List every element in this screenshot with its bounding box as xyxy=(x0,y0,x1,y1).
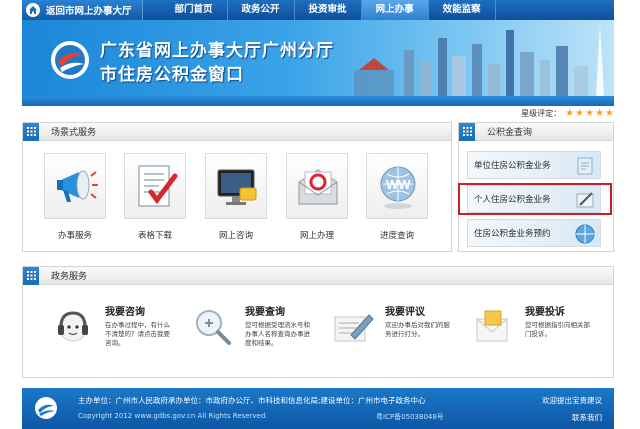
footer-logo-icon xyxy=(35,397,57,419)
emblem-logo-icon xyxy=(51,41,89,79)
selected-item-highlight xyxy=(458,183,612,215)
gov-item-review[interactable]: 我要评议 欢迎办事后对我们的服务进行打分。 xyxy=(331,299,471,369)
gov-item-query[interactable]: 我要查询 您可根据受理流水号和办事人名称查询办事进度和结果。 xyxy=(191,299,331,369)
gov-item-description: 欢迎办事后对我们的服务进行打分。 xyxy=(385,321,450,338)
home-icon xyxy=(26,3,40,17)
gov-item-description: 在办事过程中，有什么不清楚的？请点击我要咨询。 xyxy=(105,321,170,347)
gov-item-complaint[interactable]: 我要投诉 您可根据指引向相关部门投诉。 xyxy=(471,299,611,369)
gov-services-panel: 政务服务 我要咨询 在办事过程中，有什么不清楚的？请点击我要咨询。 我要查询 您… xyxy=(22,266,614,378)
gov-item-title: 我要评议 xyxy=(385,307,425,318)
envelope-icon xyxy=(476,310,508,342)
home-link-label: 返回市网上办事大厅 xyxy=(46,6,132,17)
gov-item-title: 我要投诉 xyxy=(525,307,565,318)
footer-organizer-info: 主办单位：广州市人民政府承办单位：市政府办公厅、市科技和信息化局;建设单位：广州… xyxy=(78,396,426,405)
nav-item-efficiency[interactable]: 效能监察 xyxy=(429,0,496,20)
globe-icon: WW xyxy=(380,166,416,209)
service-label: 网上咨询 xyxy=(218,231,253,241)
nav-item-investment[interactable]: 投资审批 xyxy=(295,0,362,20)
headset-icon xyxy=(58,311,88,342)
service-item-affairs[interactable]: 办事服务 xyxy=(40,153,110,241)
gov-item-title: 我要咨询 xyxy=(105,307,145,318)
service-tile xyxy=(124,153,186,219)
service-tile xyxy=(286,153,348,219)
service-label: 网上办理 xyxy=(299,231,334,241)
service-label: 办事服务 xyxy=(57,231,92,241)
fund-appointment-button[interactable]: 住房公积金业务预约 xyxy=(467,219,601,247)
banner-title-line1: 广东省网上办事大厅广州分厅 xyxy=(100,41,334,61)
panel-header: 公积金查询 xyxy=(459,122,613,141)
grid-icon xyxy=(23,266,39,285)
star-icon: ★ xyxy=(595,107,605,119)
button-label: 住房公积金业务预约 xyxy=(474,229,551,239)
globe-icon xyxy=(575,224,595,244)
pen-paper-icon xyxy=(334,314,374,342)
gov-item-description: 您可根据指引向相关部门投诉。 xyxy=(525,321,590,338)
service-item-forms[interactable]: 表格下载 xyxy=(120,153,190,241)
nav-item-gov-affairs[interactable]: 政务公开 xyxy=(228,0,295,20)
gov-item-title: 我要查询 xyxy=(245,307,285,318)
star-icon: ★ xyxy=(605,107,614,119)
top-navigation: 返回市网上办事大厅 部门首页 政务公开 投资审批 网上办事 效能监察 xyxy=(22,0,614,20)
document-icon xyxy=(577,157,593,175)
panel-header: 场景式服务 xyxy=(23,122,451,141)
star-rating: 星级评定： ★ ★ ★ ★ ★ xyxy=(458,106,614,120)
scene-services-panel: 场景式服务 办事服务 表格下载 网上咨询 网上办理 WW 进度查询 xyxy=(22,122,452,252)
nav-menu: 部门首页 政务公开 投资审批 网上办事 效能监察 xyxy=(161,0,496,20)
monitor-icon xyxy=(217,169,257,205)
city-skyline-image xyxy=(354,24,604,96)
header-banner: 广东省网上办事大厅广州分厅 市住房公积金窗口 xyxy=(22,20,614,106)
rating-label: 星级评定： xyxy=(521,108,562,118)
button-label: 单位住房公积金业务 xyxy=(474,161,551,171)
service-list: 办事服务 表格下载 网上咨询 网上办理 WW 进度查询 xyxy=(23,153,453,248)
banner-title-line2: 市住房公积金窗口 xyxy=(100,65,244,85)
service-item-progress[interactable]: WW 进度查询 xyxy=(362,153,432,241)
service-label: 表格下载 xyxy=(137,231,172,241)
megaphone-icon xyxy=(57,170,98,202)
service-tile: WW xyxy=(366,153,428,219)
gov-item-description: 您可根据受理流水号和办事人名称查询办事进度和结果。 xyxy=(245,321,310,347)
nav-item-online-services[interactable]: 网上办事 xyxy=(361,0,429,20)
footer-copyright: Copyright 2012 www.gdbs.gov.cn All Right… xyxy=(78,412,268,420)
feedback-link[interactable]: 欢迎提出宝贵建议 xyxy=(542,395,602,406)
panel-title: 政务服务 xyxy=(51,272,88,282)
star-icon: ★ xyxy=(585,107,595,119)
service-label: 进度查询 xyxy=(379,231,414,241)
panel-title: 场景式服务 xyxy=(51,128,97,138)
footer: 主办单位：广州市人民政府承办单位：市政府办公厅、市科技和信息化局;建设单位：广州… xyxy=(22,388,614,429)
panel-title: 公积金查询 xyxy=(487,128,533,138)
footer-icp-number: 粤ICP备05038048号 xyxy=(376,413,444,421)
unit-fund-button[interactable]: 单位住房公积金业务 xyxy=(467,151,601,179)
grid-icon xyxy=(23,122,39,141)
service-item-online-handling[interactable]: 网上办理 xyxy=(282,153,352,241)
email-icon xyxy=(298,169,338,205)
contact-us-link[interactable]: 联系我们 xyxy=(572,412,602,423)
gov-item-consult[interactable]: 我要咨询 在办事过程中，有什么不清楚的？请点击我要咨询。 xyxy=(51,299,191,369)
star-icon: ★ xyxy=(565,107,575,119)
home-link[interactable]: 返回市网上办事大厅 xyxy=(22,0,143,20)
nav-item-dept-home[interactable]: 部门首页 xyxy=(161,0,228,20)
magnifier-icon xyxy=(196,310,231,345)
grid-icon xyxy=(459,122,475,141)
service-item-consult[interactable]: 网上咨询 xyxy=(201,153,271,241)
service-tile xyxy=(44,153,106,219)
banner-bottom-strip xyxy=(22,96,614,106)
form-check-icon xyxy=(138,165,178,207)
panel-header: 政务服务 xyxy=(23,266,613,285)
service-tile xyxy=(205,153,267,219)
svg-text:WW: WW xyxy=(386,177,411,192)
star-icon: ★ xyxy=(575,107,585,119)
